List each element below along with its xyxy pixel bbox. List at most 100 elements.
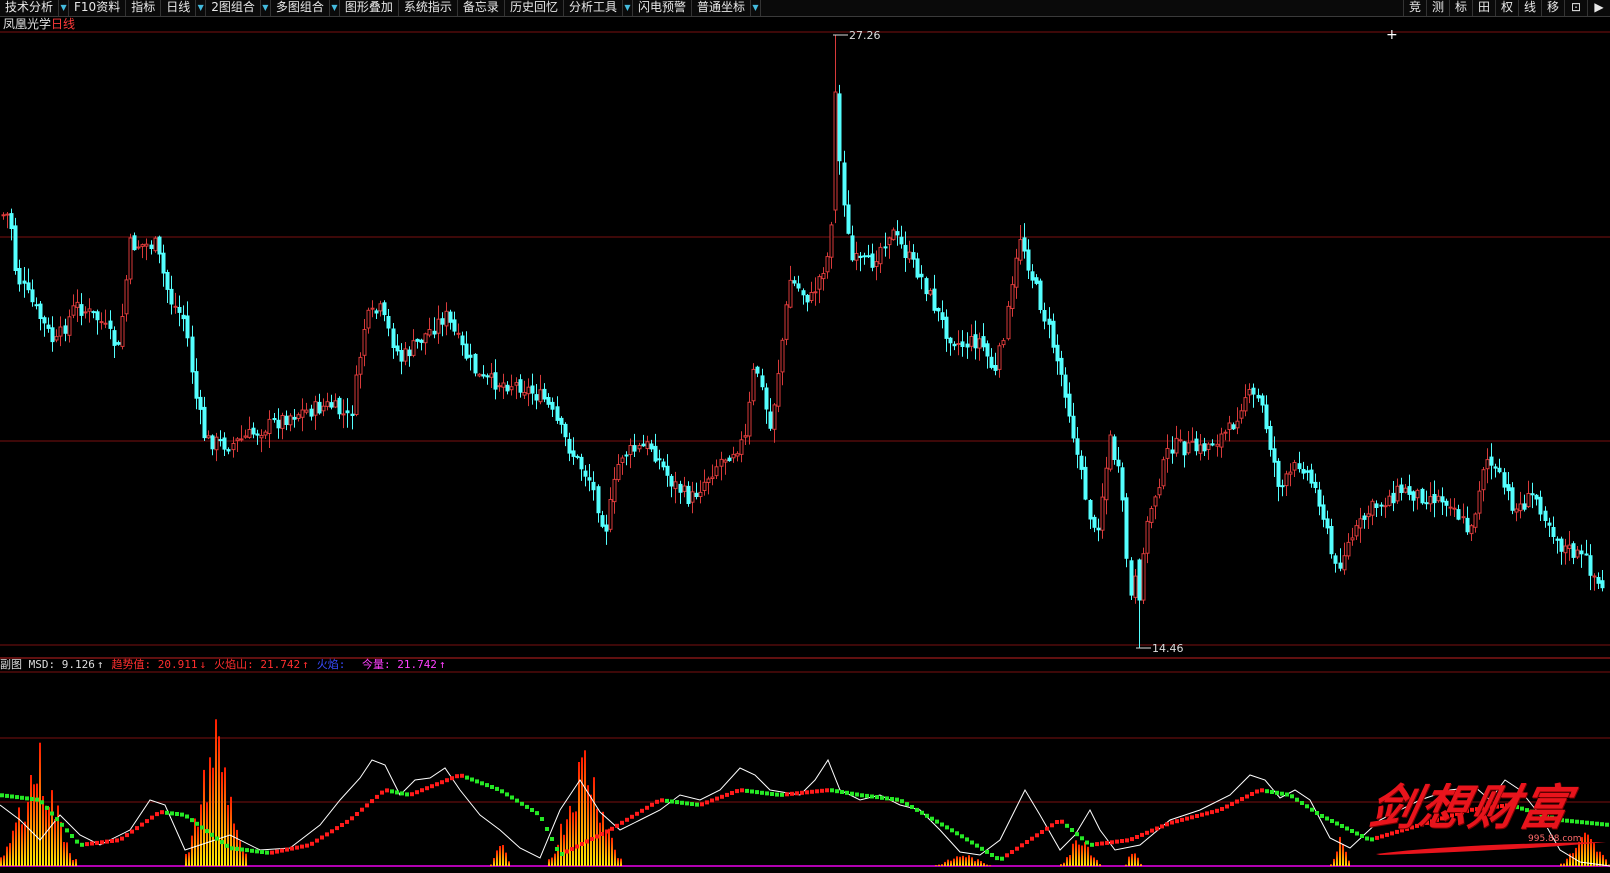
trend-dot [1340,824,1344,828]
candle-body [161,252,166,274]
candle-body [83,311,88,314]
trend-dot [895,797,899,802]
trend-dot [1055,820,1059,824]
candle-body [1493,466,1498,469]
candle-body [1424,502,1429,505]
flame-bar [245,853,247,866]
candle-body [1473,513,1478,528]
candle-body [587,477,592,481]
candle-body [1354,525,1359,537]
candle-body [858,255,863,258]
candle-body [641,443,646,447]
flame-bar [554,853,556,866]
trend-dot [730,791,734,795]
candle-body [71,305,76,316]
trend-dot [420,788,424,793]
flame-bar [1060,864,1062,866]
flame-bar [983,863,985,866]
trend-dot [355,812,359,816]
candle-body [103,322,108,325]
candle-body [780,339,785,373]
candle-body [165,272,170,290]
candle-body [969,336,974,347]
trend-dot [915,807,919,812]
candle-body [173,305,178,308]
trend-dot [350,816,354,821]
candle-body [854,253,859,261]
trend-dot [160,810,164,815]
trend-dot [780,792,784,797]
candle-body [571,450,576,457]
trend-dot [275,849,279,854]
trend-dot [905,802,909,807]
trend-dot [705,800,709,805]
candle-body [1124,497,1129,559]
candle-body [993,365,998,371]
candle-body [304,409,309,413]
flame-bar [21,824,23,866]
candle-body [530,385,535,394]
flame-bar [1563,863,1565,866]
trend-dot [1070,828,1074,832]
trend-dot [395,790,399,795]
candle-body [891,229,896,241]
candle-body [1407,486,1412,495]
flame-bar [548,859,550,866]
trend-dot [1300,801,1304,805]
candle-body [1264,404,1269,430]
flame-bar [30,775,32,866]
candle-body [669,475,674,487]
flame-bar [1339,836,1341,866]
candle-body [1456,509,1461,520]
candle-body [801,290,806,296]
candle-body [325,401,330,407]
trend-dot [810,789,814,794]
trend-dot [85,842,89,847]
candle-body [354,374,359,415]
candle-body [1129,560,1134,596]
candle-body [665,465,670,476]
indicator-value: 今量: 21.742 [361,658,437,671]
candle-body [673,481,678,490]
candle-body [1120,467,1125,501]
candle-body [842,162,847,206]
candle-body [542,388,547,400]
trend-dot [80,842,84,847]
trend-dot [1085,840,1089,845]
trend-dot [345,819,349,824]
trend-dot [890,797,894,801]
indicator-arrow: ↑ [96,658,104,671]
flame-bar [1075,840,1077,866]
grid-lines [0,31,1610,867]
candle-body [1399,484,1404,493]
flame-bar [493,858,495,866]
candle-body [497,385,502,388]
candle-body [292,416,297,420]
candle-body [1301,469,1306,474]
trend-dot [715,796,719,801]
trend-dot [1035,833,1039,838]
trend-dot [1325,816,1329,821]
flame-bar [27,801,29,866]
candle-body [362,329,367,356]
candle-body [1083,466,1088,500]
candle-body [1526,493,1531,508]
trend-dot [800,790,804,795]
trend-dot [1120,839,1124,843]
candle-body [181,314,186,320]
candle-body [616,464,621,481]
candle-body [690,491,695,503]
trend-dot [105,839,109,844]
flame-bar [581,757,583,866]
candle-body [1186,442,1191,454]
flame-bar [971,857,973,866]
candle-body [46,324,51,329]
chart-canvas[interactable]: 27.26 14.46 + [0,0,1610,873]
trend-dot [1060,819,1064,824]
candle-body [706,478,711,483]
candle-body [1038,280,1043,311]
candle-body [1391,492,1396,504]
trend-dot [5,793,9,798]
flame-bar [1348,860,1350,866]
flame-bar [947,859,949,866]
